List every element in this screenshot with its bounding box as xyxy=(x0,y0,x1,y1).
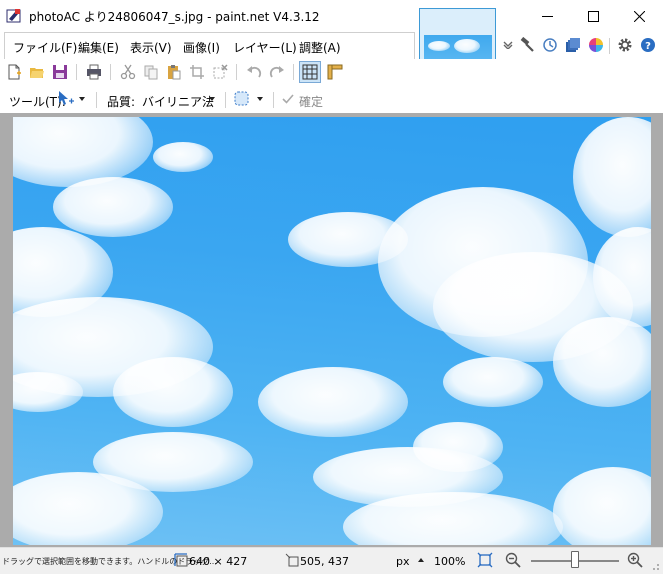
zoom-out-icon xyxy=(505,552,521,568)
checkmark-icon xyxy=(282,94,294,104)
quality-dropdown-caret[interactable] xyxy=(209,97,215,101)
open-button[interactable] xyxy=(28,63,46,81)
layers-window-button[interactable] xyxy=(564,36,582,54)
tabs-dropdown-button[interactable] xyxy=(499,36,517,54)
zoom-in-icon xyxy=(627,552,643,568)
colors-window-button[interactable] xyxy=(587,36,605,54)
gear-icon xyxy=(618,38,632,52)
image-size-indicator xyxy=(174,553,188,567)
undo-button[interactable] xyxy=(245,63,263,81)
unit-dropdown-caret[interactable] xyxy=(418,558,424,562)
cursor-position-icon xyxy=(285,553,299,567)
options-separator xyxy=(96,92,97,108)
image-canvas[interactable] xyxy=(13,117,651,545)
close-icon xyxy=(633,10,645,22)
zoom-fit-icon xyxy=(477,552,493,568)
history-window-button[interactable] xyxy=(541,36,559,54)
confirm-check xyxy=(281,92,295,106)
zoom-in-button[interactable] xyxy=(627,552,643,568)
cursor-position: 505, 437 xyxy=(300,555,349,568)
menu-layers[interactable]: レイヤー(L) xyxy=(233,39,297,56)
crop-icon xyxy=(190,65,204,79)
copy-button[interactable] xyxy=(142,63,160,81)
image-size-icon xyxy=(174,553,188,567)
selection-mode-selector[interactable] xyxy=(233,90,251,108)
paste-icon xyxy=(168,65,181,80)
tools-window-button[interactable] xyxy=(518,36,536,54)
cursor-position-indicator xyxy=(285,553,299,567)
tool-options-bar xyxy=(0,87,663,113)
save-button[interactable] xyxy=(51,63,69,81)
selection-mode-caret[interactable] xyxy=(257,97,263,101)
rulers-button[interactable] xyxy=(326,63,344,81)
resize-grip[interactable] xyxy=(650,560,660,570)
image-size: 640 × 427 xyxy=(189,555,248,568)
menu-file[interactable]: ファイル(F) xyxy=(13,39,77,56)
grid-icon xyxy=(302,64,318,80)
help-icon: ? xyxy=(641,38,655,52)
chevron-down-icon xyxy=(503,41,513,49)
layers-icon xyxy=(566,38,580,52)
quality-label: 品質: xyxy=(107,95,136,109)
menu-separator xyxy=(609,38,610,54)
quality-dropdown[interactable]: バイリニア法 xyxy=(142,93,214,110)
history-icon xyxy=(543,38,557,52)
zoom-out-button[interactable] xyxy=(505,552,521,568)
maximize-button[interactable] xyxy=(570,0,616,32)
open-folder-icon xyxy=(30,68,44,78)
print-button[interactable] xyxy=(85,63,103,81)
zoom-slider-thumb[interactable] xyxy=(571,551,579,568)
minimize-icon xyxy=(541,15,553,17)
selection-mode-icon xyxy=(234,91,249,106)
maximize-icon xyxy=(587,10,599,22)
cut-icon xyxy=(120,64,136,80)
toolbar-separator xyxy=(236,64,237,80)
options-separator xyxy=(225,92,226,108)
paste-button[interactable] xyxy=(165,63,183,81)
tool-dropdown-caret[interactable] xyxy=(79,97,85,101)
cut-button[interactable] xyxy=(119,63,137,81)
tool-selector[interactable] xyxy=(57,90,75,108)
svg-text:?: ? xyxy=(645,41,651,52)
settings-button[interactable] xyxy=(616,36,634,54)
close-button[interactable] xyxy=(616,0,662,32)
new-button[interactable] xyxy=(5,63,23,81)
menu-image[interactable]: 画像(I) xyxy=(183,39,220,56)
help-button[interactable]: ? xyxy=(639,36,657,54)
print-icon xyxy=(87,64,101,80)
redo-button[interactable] xyxy=(268,63,286,81)
move-selection-tool-icon xyxy=(59,91,74,105)
toolbar-separator xyxy=(76,64,77,80)
minimize-button[interactable] xyxy=(524,0,570,32)
toolbar-separator xyxy=(293,64,294,80)
pixel-grid-button[interactable] xyxy=(301,63,319,81)
paint-net-app-icon[interactable] xyxy=(6,8,22,24)
window-title: photoAC より24806047_s.jpg - paint.net V4.… xyxy=(29,10,320,24)
zoom-to-window-button[interactable] xyxy=(477,552,493,568)
menu-adjustments[interactable]: 調整(A) xyxy=(299,39,341,56)
menu-edit[interactable]: 編集(E) xyxy=(78,39,119,56)
ruler-icon xyxy=(327,64,343,80)
new-file-icon xyxy=(8,64,21,80)
color-wheel-icon xyxy=(589,38,603,52)
unit-selector[interactable]: px xyxy=(396,555,410,568)
redo-icon xyxy=(269,66,284,78)
hammer-icon xyxy=(520,37,534,52)
undo-icon xyxy=(247,66,262,78)
save-icon xyxy=(53,65,67,79)
zoom-value[interactable]: 100% xyxy=(434,555,465,568)
resize-grip-icon xyxy=(653,564,659,570)
menu-view[interactable]: 表示(V) xyxy=(130,39,172,56)
deselect-button[interactable] xyxy=(211,63,229,81)
copy-icon xyxy=(144,65,158,80)
title-bar: photoAC より24806047_s.jpg - paint.net V4.… xyxy=(0,0,663,32)
crop-button[interactable] xyxy=(188,63,206,81)
confirm-button[interactable]: 確定 xyxy=(299,93,323,110)
deselect-icon xyxy=(213,64,228,79)
options-separator xyxy=(273,92,274,108)
toolbar-separator xyxy=(110,64,111,80)
